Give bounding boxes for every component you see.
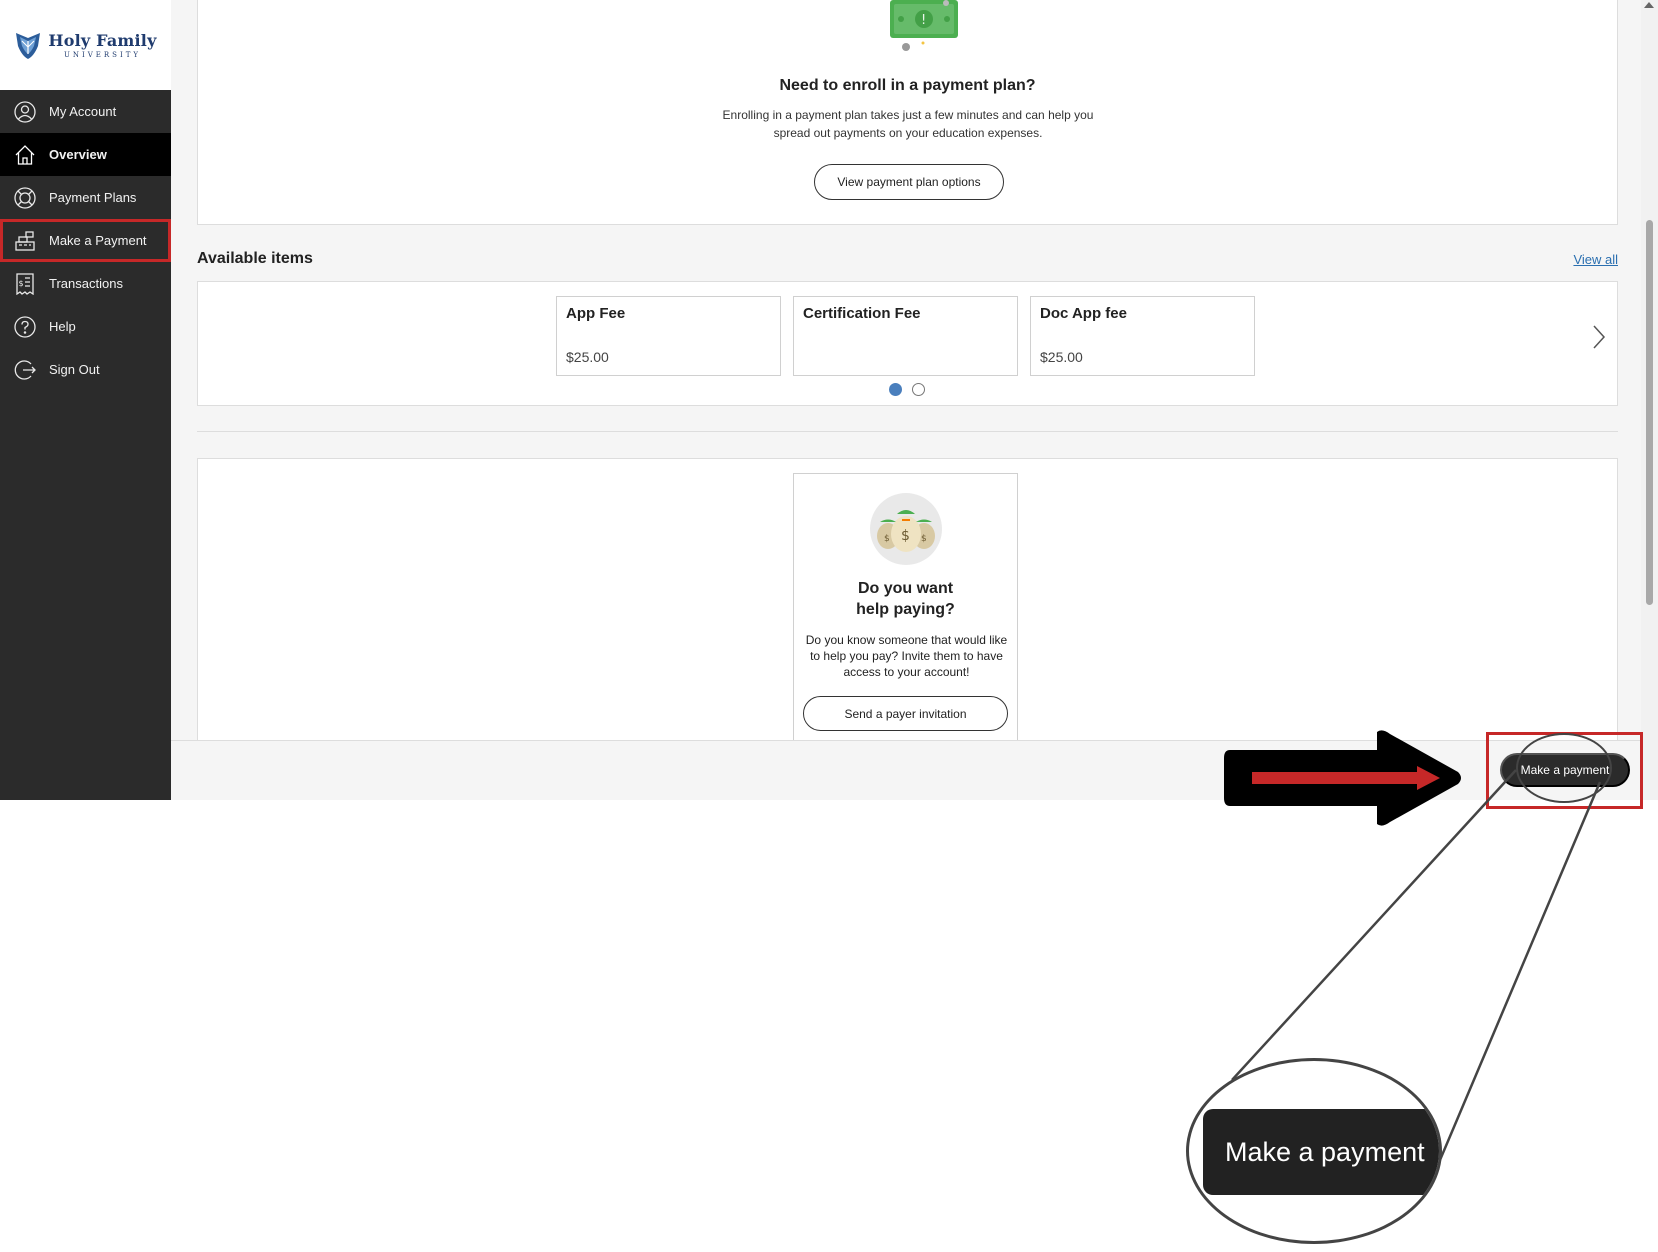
item-card-title: Certification Fee: [803, 305, 921, 322]
svg-text:$: $: [884, 534, 890, 544]
university-shield-logo-icon: [16, 33, 41, 59]
cash-register-icon: [15, 230, 35, 251]
receipt-icon: $: [16, 272, 34, 295]
money-bags-icon: $ $ $: [870, 493, 942, 565]
logo[interactable]: Holy Family UNIVERSITY: [0, 0, 171, 90]
help-paying-heading: Do you want help paying?: [794, 578, 1017, 620]
svg-text:$: $: [921, 534, 927, 544]
svg-text:!: !: [921, 13, 926, 28]
payment-plan-description: Enrolling in a payment plan takes just a…: [722, 108, 1094, 140]
item-card-title: Doc App fee: [1040, 305, 1127, 322]
magnifier-source-circle: [1516, 733, 1612, 803]
logo-subtitle: UNIVERSITY: [63, 51, 142, 59]
logo-title: Holy Family: [48, 31, 157, 50]
item-card-title: App Fee: [566, 305, 626, 322]
sidebar-item-label: Payment Plans: [49, 190, 137, 205]
user-circle-icon: [14, 100, 36, 123]
sidebar-item-overview[interactable]: Overview: [0, 133, 171, 176]
app-root: Holy Family UNIVERSITY My Account Overvi…: [0, 0, 1658, 1252]
money-bill-icon: !: [890, 0, 958, 51]
lifebuoy-icon: [14, 186, 36, 209]
sidebar-item-make-a-payment[interactable]: Make a Payment: [0, 219, 171, 262]
item-card-app-fee[interactable]: App Fee $25.00: [556, 296, 781, 376]
sidebar-item-label: Overview: [49, 147, 107, 162]
magnified-make-a-payment-button: Make a payment: [1203, 1109, 1439, 1195]
help-paying-description: Do you know someone that would like to h…: [805, 633, 1008, 679]
question-circle-icon: [14, 315, 36, 338]
svg-text:$: $: [901, 528, 910, 544]
payment-plan-heading: Need to enroll in a payment plan?: [779, 77, 1036, 94]
item-card-doc-app-fee[interactable]: Doc App fee $25.00: [1030, 296, 1255, 376]
sidebar-item-my-account[interactable]: My Account: [0, 90, 171, 133]
scroll-up-arrow-icon[interactable]: [1644, 2, 1654, 8]
sidebar-item-label: Help: [49, 319, 76, 334]
main-content: ! Need to enroll in a payment plan? Enro…: [171, 0, 1641, 740]
sidebar-item-transactions[interactable]: $ Transactions: [0, 262, 171, 305]
scrollbar-thumb[interactable]: [1646, 220, 1653, 605]
sidebar-nav: My Account Overview Payment Plans Make a…: [0, 90, 171, 391]
sidebar-item-label: Transactions: [49, 276, 123, 291]
magnifier-lens: Make a payment: [1186, 1058, 1442, 1244]
svg-text:$: $: [19, 279, 24, 288]
item-card-price: $25.00: [566, 349, 609, 365]
carousel-dot-1[interactable]: [889, 383, 902, 396]
help-paying-heading-line1: Do you want: [857, 580, 954, 597]
sidebar-item-help[interactable]: Help: [0, 305, 171, 348]
sidebar: Holy Family UNIVERSITY My Account Overvi…: [0, 0, 171, 800]
logo-text: Holy Family UNIVERSITY: [48, 31, 156, 59]
help-paying-panel: $ $ $ Do you want help paying? Do you kn…: [197, 458, 1618, 740]
sign-out-icon: [14, 359, 36, 380]
help-paying-heading-line2: help paying?: [856, 601, 955, 618]
carousel-dot-2[interactable]: [912, 383, 925, 396]
send-payer-invitation-button[interactable]: Send a payer invitation: [803, 696, 1008, 731]
available-items-title: Available items: [197, 250, 313, 267]
sidebar-item-payment-plans[interactable]: Payment Plans: [0, 176, 171, 219]
view-all-link[interactable]: View all: [1573, 252, 1618, 267]
sidebar-item-sign-out[interactable]: Sign Out: [0, 348, 171, 391]
available-items-carousel: App Fee $25.00 Certification Fee Doc App…: [197, 281, 1618, 406]
right-arrow-annotation-icon: [1224, 730, 1461, 826]
section-divider: [197, 431, 1618, 432]
home-icon: [15, 144, 35, 165]
item-card-certification-fee[interactable]: Certification Fee: [793, 296, 1018, 376]
chevron-right-icon[interactable]: [1591, 324, 1607, 350]
help-paying-card: $ $ $ Do you want help paying? Do you kn…: [793, 473, 1018, 740]
sidebar-item-label: My Account: [49, 104, 117, 119]
payment-plan-panel: ! Need to enroll in a payment plan? Enro…: [197, 0, 1618, 225]
view-payment-plan-options-button[interactable]: View payment plan options: [814, 164, 1004, 200]
sidebar-item-label: Make a Payment: [49, 233, 147, 248]
sidebar-item-label: Sign Out: [49, 362, 100, 377]
item-card-price: $25.00: [1040, 349, 1083, 365]
